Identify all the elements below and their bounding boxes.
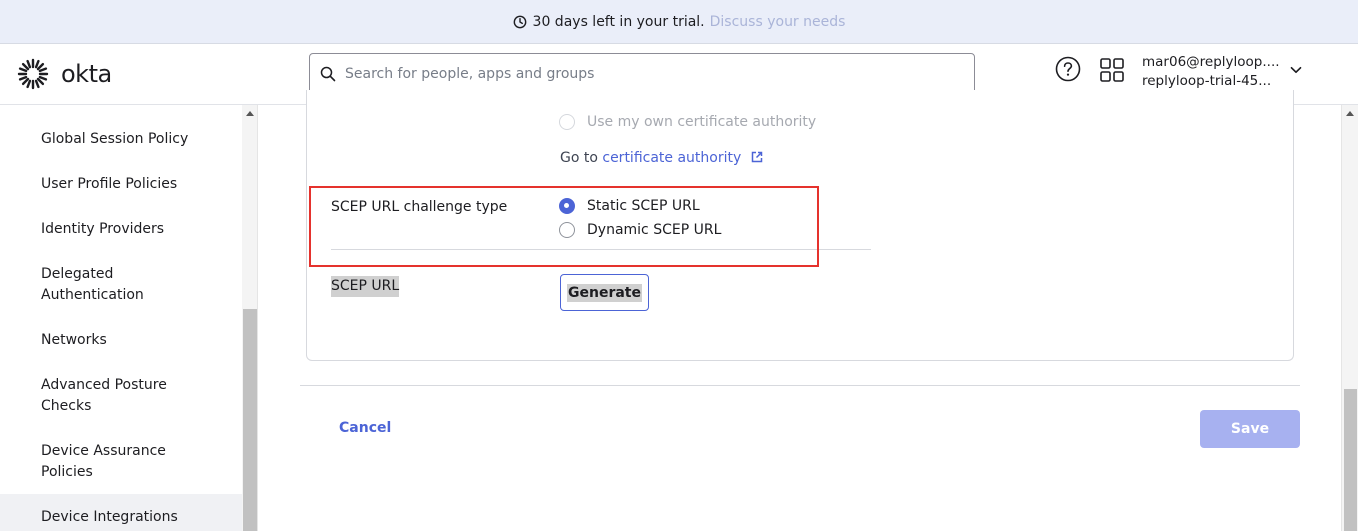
sidebar-item-advanced-posture-checks[interactable]: Advanced Posture Checks [41, 375, 181, 417]
external-link-icon[interactable] [750, 150, 764, 164]
trial-banner: 30 days left in your trial. Discuss your… [0, 0, 1358, 44]
save-button[interactable]: Save [1200, 410, 1300, 448]
generate-button[interactable]: Generate [560, 274, 649, 311]
main-scrollbar[interactable] [1341, 105, 1358, 531]
sidebar-item-delegated-authentication[interactable]: Delegated Authentication [41, 264, 191, 306]
search-bar[interactable] [309, 53, 975, 95]
okta-logo[interactable]: okta [17, 58, 112, 90]
sidebar-scrollbar[interactable] [242, 105, 258, 531]
scroll-up-arrow-icon[interactable] [246, 111, 254, 116]
sidebar-item-device-integrations[interactable]: Device Integrations [0, 494, 242, 531]
help-icon[interactable] [1055, 56, 1081, 82]
search-icon [320, 66, 336, 82]
scep-url-label: SCEP URL [331, 276, 400, 297]
app-grid-icon[interactable] [1099, 57, 1125, 83]
sidebar-item-networks[interactable]: Networks [41, 330, 231, 351]
okta-wordmark: okta [61, 60, 112, 88]
own-ca-radio [559, 114, 575, 130]
chevron-down-icon[interactable] [1289, 63, 1303, 77]
sidebar-item-global-session-policy[interactable]: Global Session Policy [41, 129, 231, 150]
sidebar-nav: Global Session Policy User Profile Polic… [0, 105, 242, 531]
generate-label: Generate [567, 283, 642, 302]
sidebar-item-user-profile-policies[interactable]: User Profile Policies [41, 174, 231, 195]
user-menu[interactable]: mar06@replyloop.... replyloop-trial-45..… [1142, 53, 1280, 91]
main-scroll-thumb[interactable] [1344, 389, 1357, 531]
trial-text: 30 days left in your trial. [532, 13, 705, 30]
sidebar-item-identity-providers[interactable]: Identity Providers [41, 219, 231, 240]
own-ca-label: Use my own certificate authority [587, 114, 817, 130]
search-input[interactable] [345, 66, 945, 82]
sidebar-item-device-assurance-policies[interactable]: Device Assurance Policies [41, 441, 181, 483]
goto-ca-line: Go to certificate authority [560, 150, 764, 166]
clock-icon [513, 15, 526, 28]
footer-divider [300, 385, 1300, 386]
sidebar-scroll-thumb[interactable] [243, 309, 257, 531]
user-org: replyloop-trial-45... [1142, 73, 1272, 89]
own-ca-option: Use my own certificate authority [559, 114, 816, 130]
okta-sunburst-icon [17, 58, 49, 90]
certificate-authority-link[interactable]: certificate authority [602, 150, 741, 166]
goto-prefix: Go to [560, 150, 598, 166]
main-scroll-up-arrow-icon[interactable] [1346, 111, 1354, 116]
annotation-highlight-box [309, 186, 819, 267]
user-email: mar06@replyloop.... [1142, 54, 1280, 70]
cancel-button[interactable]: Cancel [339, 420, 391, 436]
discuss-needs-link[interactable]: Discuss your needs [710, 14, 846, 30]
